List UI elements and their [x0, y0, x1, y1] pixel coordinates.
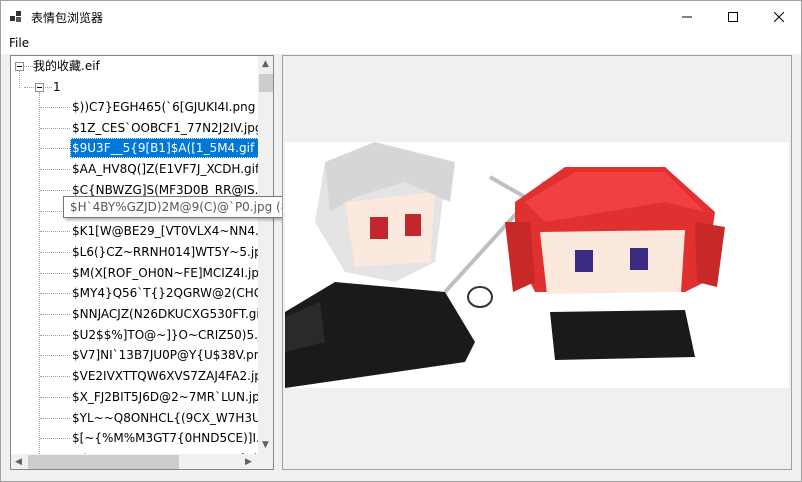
tree-line [40, 169, 70, 171]
menu-file[interactable]: File [9, 36, 29, 50]
maximize-icon [728, 11, 738, 22]
tree-file-node-selected[interactable]: $9U3F__5{9[B1]$A([1_5M4.gif (64 [70, 138, 258, 159]
title-bar: 表情包浏览器 [1, 1, 801, 32]
tree-file-node[interactable]: $L6(}CZ~RRNH014]WT5Y~5.jpg [72, 242, 258, 262]
tree-root-node[interactable]: 我的收藏.eif [33, 56, 100, 76]
tree-line [40, 293, 70, 295]
close-icon [774, 11, 784, 22]
tree-line [40, 127, 70, 129]
tree-line [40, 417, 70, 419]
tree-line [40, 148, 70, 150]
tree-folder-node[interactable]: 1 [53, 77, 61, 97]
tree-line [40, 314, 70, 315]
tree-line [40, 376, 70, 378]
tree-file-node[interactable]: $NNJACJZ(N26DKUCXG530FT.gi [72, 304, 258, 324]
menu-bar: File [1, 32, 801, 54]
maximize-button[interactable] [710, 1, 756, 32]
tree-line [40, 251, 70, 253]
tree-file-node[interactable]: $))C7}EGH465(`6[GJUKI4I.png (1 [72, 97, 258, 117]
tree-line [19, 71, 20, 88]
scroll-down-icon[interactable]: ▼ [262, 440, 269, 450]
scroll-left-icon[interactable]: ◀ [15, 457, 22, 467]
scroll-up-icon[interactable]: ▲ [262, 59, 269, 69]
tree-file-node[interactable]: $1Z_CES`OOBCF1_77N2J2IV.jpg [72, 118, 258, 138]
tree-file-node[interactable]: $M(X[ROF_OH0N~FE]MCIZ4I.jpg [72, 263, 258, 283]
window-title: 表情包浏览器 [31, 11, 104, 25]
tree-file-node[interactable]: $X_FJ2BIT5J6D@2~7MR`LUN.jpg [72, 387, 258, 407]
scrollbar-corner [258, 454, 273, 469]
minimize-button[interactable] [664, 1, 710, 32]
vertical-scrollbar[interactable]: ▲ ▼ [258, 56, 273, 454]
tree-line [40, 355, 70, 357]
tree-file-node[interactable]: $AA_HV8Q(]Z(E1VF7J_XCDH.gif ( [72, 159, 258, 179]
tree-line [24, 66, 33, 67]
tree-file-node[interactable]: $K1[W@BE29_[VT0VLX4~NN4.jp [72, 221, 258, 241]
tree-line [40, 272, 70, 274]
scroll-right-icon[interactable]: ▶ [245, 457, 252, 467]
collapse-folder-icon[interactable] [35, 83, 44, 92]
tree-line [40, 334, 70, 336]
sticker-image [285, 142, 789, 388]
tree-line [40, 231, 70, 233]
collapse-root-icon[interactable] [15, 62, 24, 71]
tree-line [40, 107, 70, 108]
vertical-scroll-thumb[interactable] [259, 74, 273, 92]
tree-line [40, 189, 70, 191]
tree-file-node[interactable]: $U2$$%]TO@~]}O~CRIZ50)5.jpg [72, 325, 258, 345]
app-icon [10, 11, 21, 22]
tree-file-node[interactable]: $YL~~Q8ONHCL{(9CX_W7H3U.g [72, 408, 258, 428]
horizontal-scroll-thumb[interactable] [28, 455, 179, 469]
tree-file-node[interactable]: $VE2IVXTTQW6XVS7ZAJ4FA2.jpg [72, 366, 258, 386]
tree-file-node[interactable]: $V7]NI`13B7JU0P@Y{U$38V.png [72, 345, 258, 365]
close-button[interactable] [756, 1, 802, 32]
tree-line [40, 396, 70, 398]
minimize-icon [682, 16, 692, 17]
horizontal-scrollbar[interactable]: ◀ ▶ [11, 454, 258, 469]
tree-line [40, 438, 70, 440]
tree-file-node[interactable]: $[~{%M%M3GT7{0HND5CE)]I.jpg [72, 428, 258, 448]
tree-content: 我的收藏.eif 1 $))C7}EGH465(`6[GJUKI4I.png (… [11, 56, 258, 454]
file-tree[interactable]: 我的收藏.eif 1 $))C7}EGH465(`6[GJUKI4I.png (… [10, 55, 274, 470]
tree-file-node[interactable]: $MY4}Q56`T{}2QGRW@2(CHG.p [72, 283, 258, 303]
image-preview-panel [282, 55, 792, 470]
